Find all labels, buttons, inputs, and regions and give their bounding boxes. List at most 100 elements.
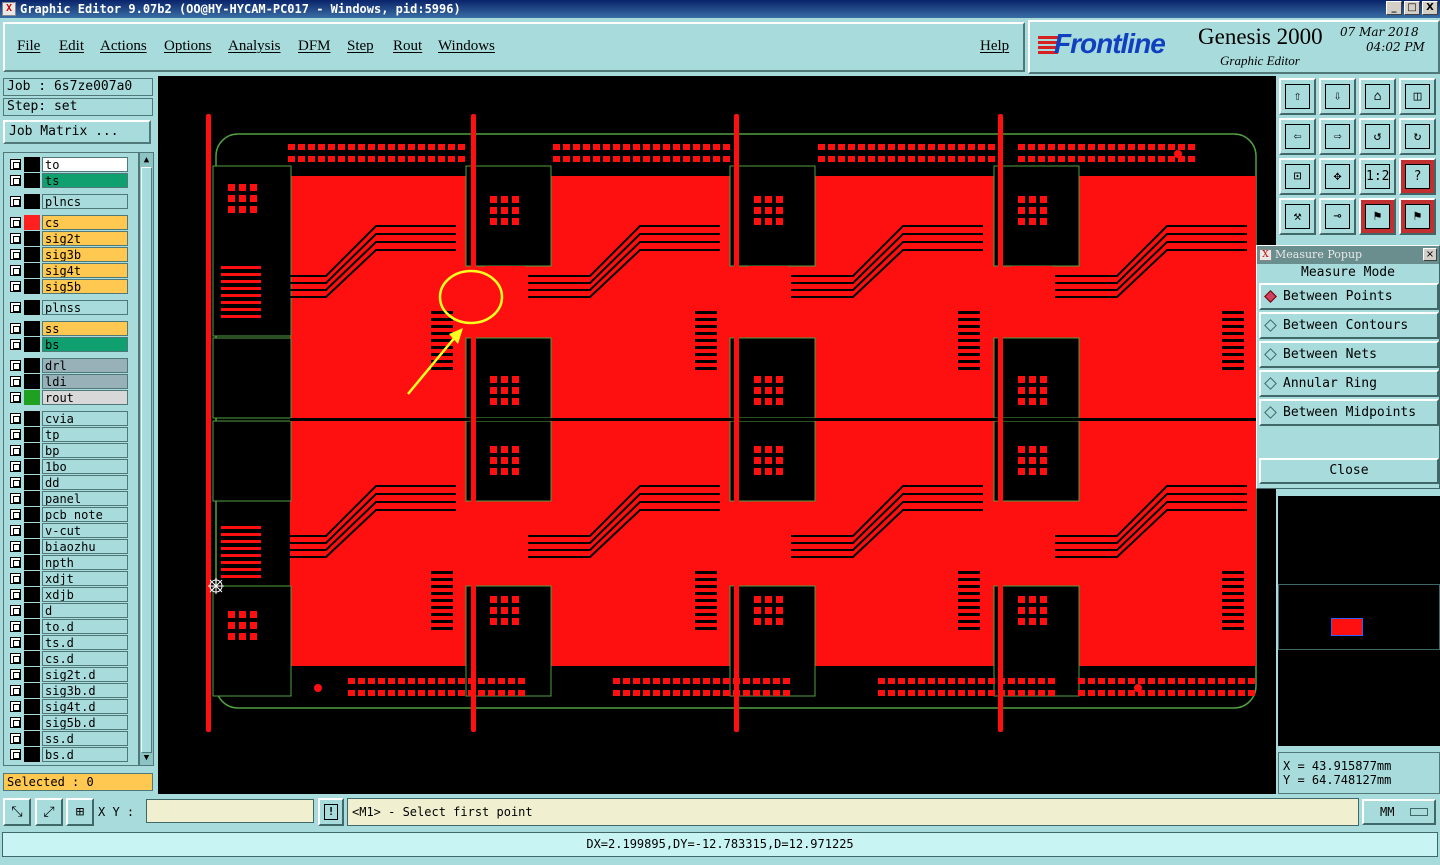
layer-color-swatch[interactable]: [24, 427, 40, 442]
close-window-button[interactable]: X: [1422, 1, 1438, 15]
layer-name[interactable]: sig3b: [42, 247, 128, 262]
layer-color-swatch[interactable]: [24, 731, 40, 746]
layer-color-swatch[interactable]: [24, 231, 40, 246]
layer-checkbox[interactable]: [10, 392, 21, 403]
message-button[interactable]: !: [318, 798, 344, 826]
layer-name[interactable]: ts: [42, 173, 128, 188]
pan-left-icon-button[interactable]: ⇦: [1279, 118, 1316, 155]
layer-row-cs-d[interactable]: cs.d: [6, 651, 128, 666]
scroll-down-icon[interactable]: ▼: [141, 752, 152, 764]
layer-name[interactable]: dd: [42, 475, 128, 490]
layer-row-tp[interactable]: tp: [6, 427, 128, 442]
layer-checkbox[interactable]: [10, 509, 21, 520]
layer-row-sig3b-d[interactable]: sig3b.d: [6, 683, 128, 698]
layer-row-ts[interactable]: ts: [6, 173, 128, 188]
layer-row-sig4t-d[interactable]: sig4t.d: [6, 699, 128, 714]
menu-options[interactable]: Options: [164, 38, 212, 55]
layer-name[interactable]: ts.d: [42, 635, 128, 650]
layer-row-v-cut[interactable]: v-cut: [6, 523, 128, 538]
layer-color-swatch[interactable]: [24, 603, 40, 618]
layer-checkbox[interactable]: [10, 589, 21, 600]
layer-color-swatch[interactable]: [24, 390, 40, 405]
layer-color-swatch[interactable]: [24, 635, 40, 650]
layer-name[interactable]: ss.d: [42, 731, 128, 746]
layer-row-drl[interactable]: drl: [6, 358, 128, 373]
menu-windows[interactable]: Windows: [438, 38, 495, 55]
layer-name[interactable]: bs: [42, 337, 128, 352]
layer-color-swatch[interactable]: [24, 683, 40, 698]
layer-color-swatch[interactable]: [24, 747, 40, 762]
layer-color-swatch[interactable]: [24, 358, 40, 373]
layer-color-swatch[interactable]: [24, 215, 40, 230]
help-icon-button[interactable]: ?: [1399, 158, 1436, 195]
layer-checkbox[interactable]: [10, 233, 21, 244]
layer-checkbox[interactable]: [10, 477, 21, 488]
layer-name[interactable]: tp: [42, 427, 128, 442]
layer-color-swatch[interactable]: [24, 247, 40, 262]
layer-checkbox[interactable]: [10, 249, 21, 260]
option-annular-ring[interactable]: Annular Ring: [1259, 370, 1439, 397]
layer-name[interactable]: panel: [42, 491, 128, 506]
layer-color-swatch[interactable]: [24, 443, 40, 458]
layer-color-swatch[interactable]: [24, 263, 40, 278]
layer-checkbox[interactable]: [10, 637, 21, 648]
layer-checkbox[interactable]: [10, 360, 21, 371]
layer-color-swatch[interactable]: [24, 699, 40, 714]
layer-row-ss-d[interactable]: ss.d: [6, 731, 128, 746]
layer-color-swatch[interactable]: [24, 374, 40, 389]
center-icon-button[interactable]: ✥: [1319, 158, 1356, 195]
menu-dfm[interactable]: DFM: [298, 38, 331, 55]
layer-row-plncs[interactable]: plncs: [6, 194, 128, 209]
layer-checkbox[interactable]: [10, 557, 21, 568]
layer-name[interactable]: drl: [42, 358, 128, 373]
layer-name[interactable]: xdjb: [42, 587, 128, 602]
layer-checkbox[interactable]: [10, 605, 21, 616]
layer-checkbox[interactable]: [10, 376, 21, 387]
layer-name[interactable]: sig5b.d: [42, 715, 128, 730]
layer-row-bs[interactable]: bs: [6, 337, 128, 352]
zoom-home-icon-button[interactable]: ⇧: [1279, 78, 1316, 115]
layer-row-xdjt[interactable]: xdjt: [6, 571, 128, 586]
layer-checkbox[interactable]: [10, 339, 21, 350]
layer-checkbox[interactable]: [10, 749, 21, 760]
layer-name[interactable]: 1bo: [42, 459, 128, 474]
layer-list[interactable]: to ts plncs cs sig2t sig3b sig4t sig5b plnss ss bs…: [3, 152, 139, 766]
layer-name[interactable]: bp: [42, 443, 128, 458]
layer-row-dd[interactable]: dd: [6, 475, 128, 490]
layer-name[interactable]: sig4t: [42, 263, 128, 278]
layer-row-sig2t[interactable]: sig2t: [6, 231, 128, 246]
menu-help[interactable]: Help: [980, 38, 1009, 55]
layer-color-swatch[interactable]: [24, 491, 40, 506]
layer-checkbox[interactable]: [10, 217, 21, 228]
layer-list-scrollbar[interactable]: ▲ ▼: [139, 152, 154, 766]
tools-icon-button[interactable]: ⚒: [1279, 198, 1316, 235]
layer-name[interactable]: d: [42, 603, 128, 618]
layer-row-bp[interactable]: bp: [6, 443, 128, 458]
layer-name[interactable]: pcb_note: [42, 507, 128, 522]
traffic-light-icon-button[interactable]: ⚑: [1359, 198, 1396, 235]
layer-row-sig2t-d[interactable]: sig2t.d: [6, 667, 128, 682]
layer-name[interactable]: xdjt: [42, 571, 128, 586]
layer-row-sig3b[interactable]: sig3b: [6, 247, 128, 262]
menu-actions[interactable]: Actions: [100, 38, 147, 55]
layer-checkbox[interactable]: [10, 323, 21, 334]
minimize-button[interactable]: _: [1386, 1, 1402, 15]
window-icon-button[interactable]: ◫: [1399, 78, 1436, 115]
layer-row-rout[interactable]: rout: [6, 390, 128, 405]
layer-checkbox[interactable]: [10, 265, 21, 276]
undo-zoom-icon-button[interactable]: ↺: [1359, 118, 1396, 155]
zoom-home-icon-button[interactable]: ⇩: [1319, 78, 1356, 115]
option-between-nets[interactable]: Between Nets: [1259, 341, 1439, 368]
layer-name[interactable]: v-cut: [42, 523, 128, 538]
option-between-contours[interactable]: Between Contours: [1259, 312, 1439, 339]
close-button[interactable]: Close: [1259, 458, 1439, 484]
layer-row-sig5b[interactable]: sig5b: [6, 279, 128, 294]
layer-color-swatch[interactable]: [24, 411, 40, 426]
layer-checkbox[interactable]: [10, 281, 21, 292]
layer-color-swatch[interactable]: [24, 507, 40, 522]
layer-color-swatch[interactable]: [24, 279, 40, 294]
layer-name[interactable]: cs.d: [42, 651, 128, 666]
menu-file[interactable]: File: [17, 38, 40, 55]
layer-name[interactable]: biaozhu: [42, 539, 128, 554]
layer-color-swatch[interactable]: [24, 459, 40, 474]
